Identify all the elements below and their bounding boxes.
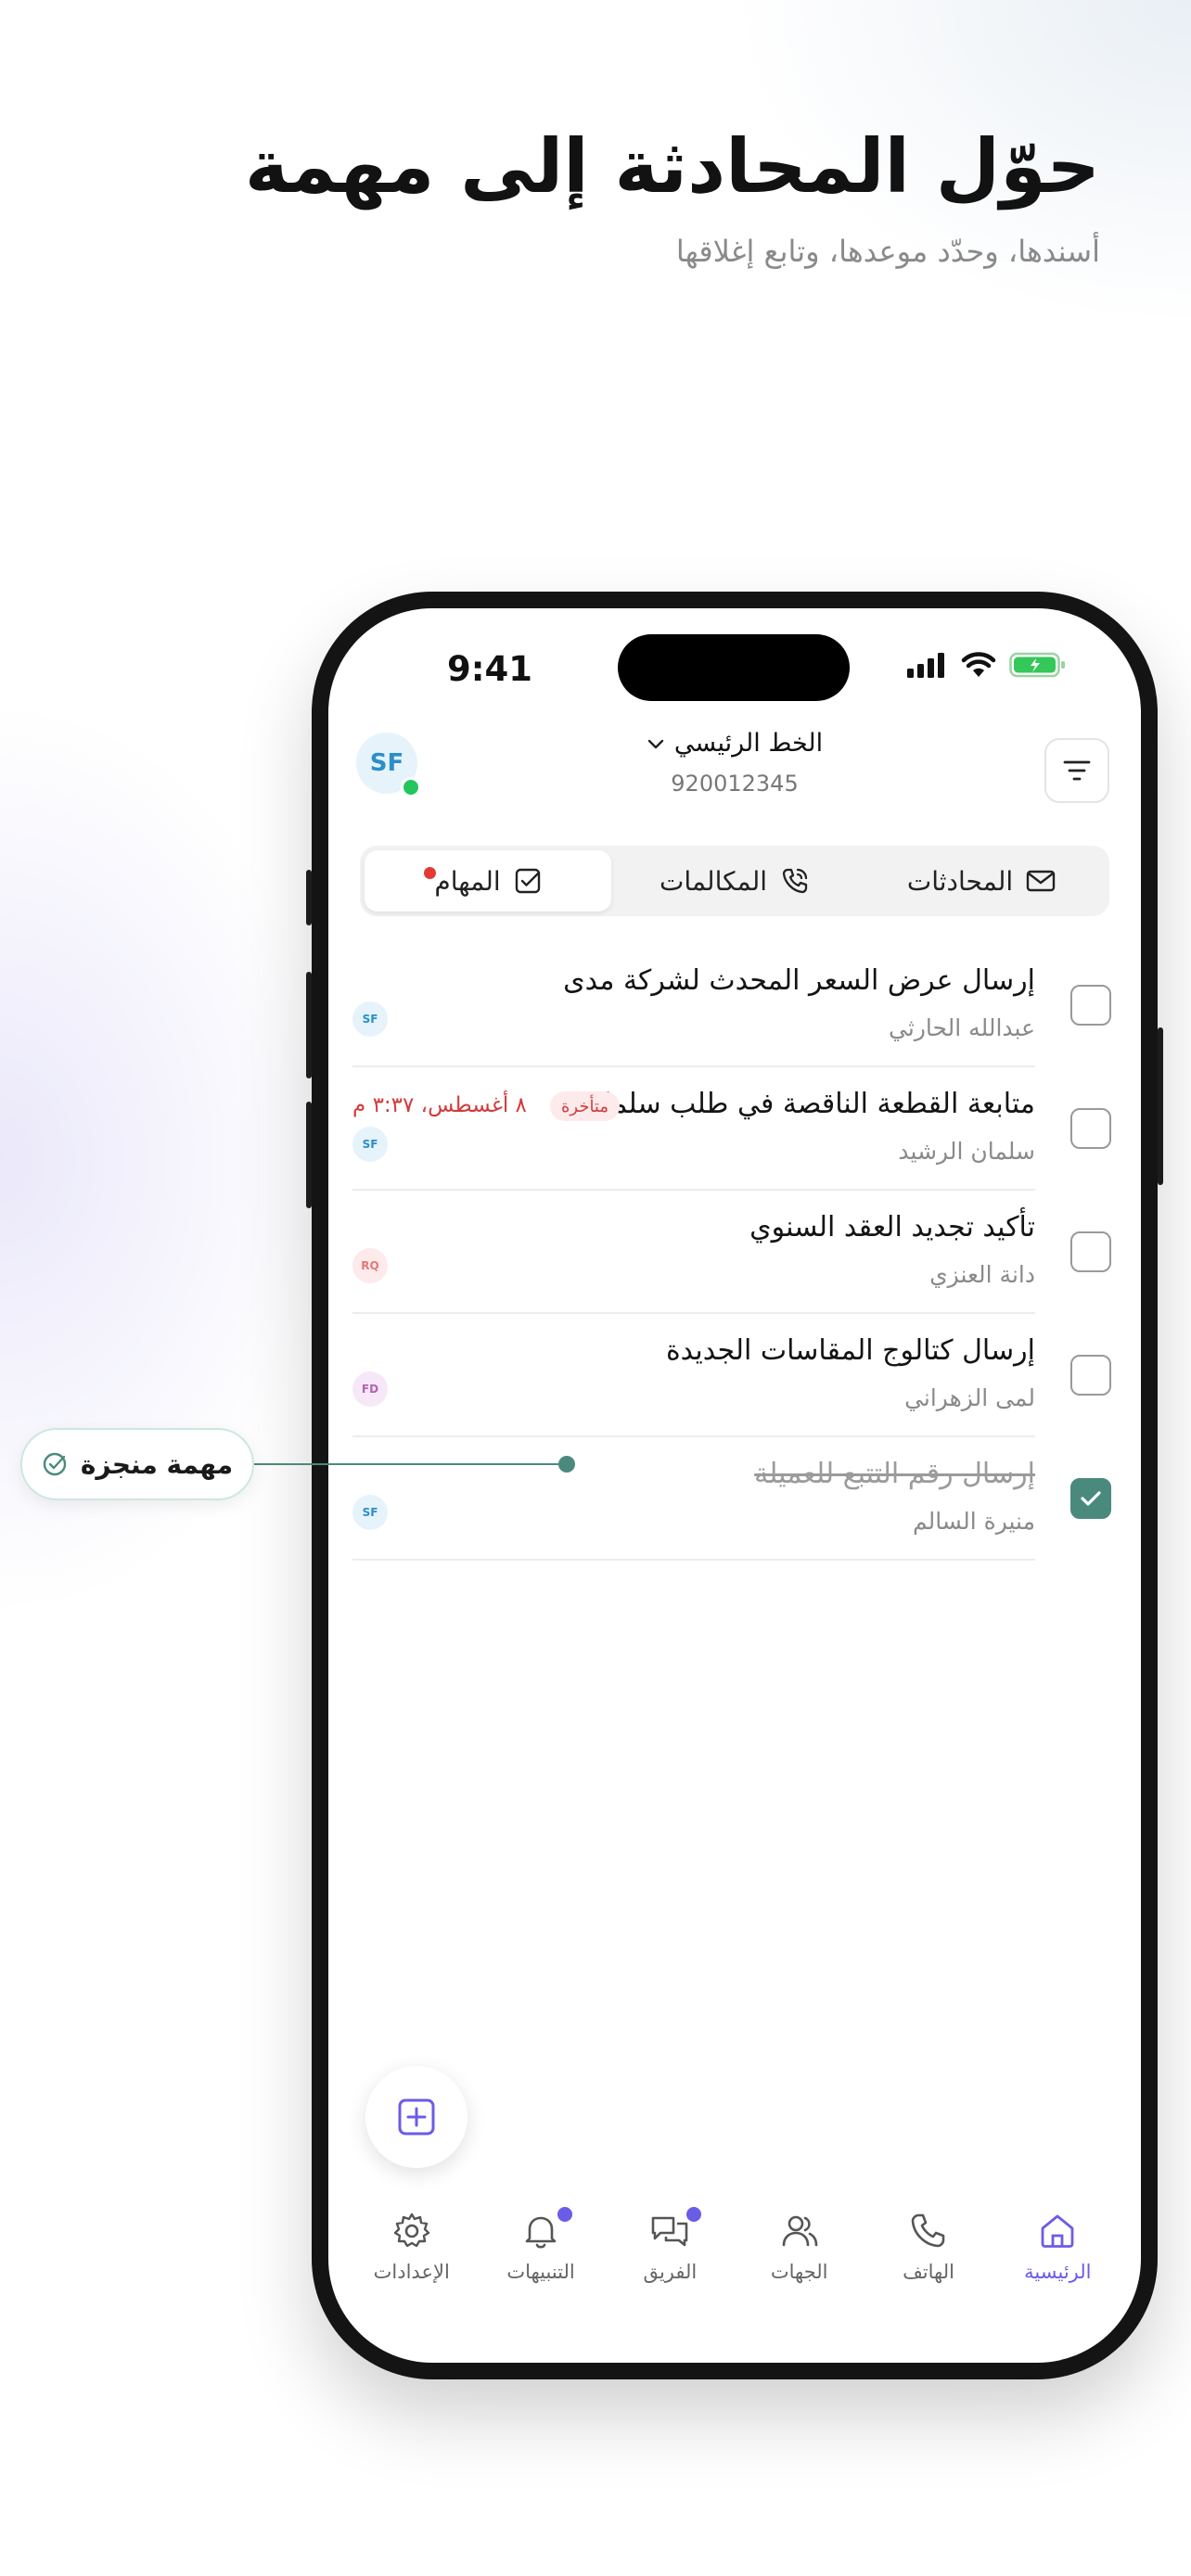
filter-button[interactable] <box>1044 738 1109 803</box>
overdue-badge: متأخرة <box>549 1091 620 1121</box>
checkbox-icon <box>515 868 540 894</box>
home-icon <box>1041 2214 1074 2248</box>
nav-team[interactable]: الفريق <box>606 2207 735 2313</box>
phone-screen: 9:41 SF الخط الرئيسي 920012345 المحادثات… <box>328 608 1141 2363</box>
task-checkbox[interactable] <box>1070 1108 1111 1149</box>
add-square-icon <box>398 2098 435 2136</box>
tab-conversations-label: المحادثات <box>906 865 1014 897</box>
tab-bar: المحادثات المكالمات المهام <box>360 846 1109 916</box>
team-chat-icon <box>652 2216 688 2247</box>
chevron-down-icon <box>647 739 664 748</box>
hero-subtitle: أسندها، وحدّد موعدها، وتابع إغلاقها <box>675 234 1100 269</box>
contacts-icon <box>782 2215 817 2247</box>
nav-phone-label: الهاتف <box>903 2261 954 2283</box>
phone-side-button <box>306 972 312 1078</box>
nav-settings[interactable]: الإعدادات <box>347 2211 476 2313</box>
bell-icon <box>525 2216 557 2249</box>
line-number: 920012345 <box>671 771 799 797</box>
task-checkbox[interactable] <box>1070 1231 1111 1272</box>
task-assignee: سلمان الرشيد <box>898 1138 1035 1165</box>
callout-connector-dot <box>558 1456 575 1473</box>
nav-home[interactable]: الرئيسية <box>993 2211 1122 2313</box>
task-row[interactable]: إرسال رقم التتبع للعميلة منيرة السالم SF <box>352 1437 1111 1561</box>
task-assignee: دانة العنزي <box>929 1261 1035 1288</box>
phone-icon <box>911 2213 945 2248</box>
line-name: الخط الرئيسي <box>673 729 824 758</box>
task-title: متابعة القطعة الناقصة في طلب سلمان <box>583 1088 1035 1120</box>
nav-notifications[interactable]: التنبيهات <box>476 2207 605 2313</box>
notification-dot <box>424 867 436 879</box>
callout-label: مهمة منجزة <box>80 1448 234 1480</box>
task-row[interactable]: تأكيد تجديد العقد السنوي دانة العنزي RQ <box>352 1191 1111 1314</box>
callout-connector-line <box>254 1463 566 1465</box>
bottom-nav: الرئيسية الهاتف الجهات الفريق التنبيهات … <box>328 2207 1141 2313</box>
battery-icon <box>1009 652 1065 678</box>
status-icons <box>907 651 1067 679</box>
phone-side-button <box>306 1102 312 1208</box>
signal-icon <box>907 653 944 678</box>
notification-dot <box>557 2207 573 2222</box>
task-title: تأكيد تجديد العقد السنوي <box>749 1211 1035 1243</box>
nav-home-label: الرئيسية <box>1024 2261 1092 2283</box>
filter-icon <box>1063 760 1091 781</box>
hero: حوّل المحادثة إلى مهمة أسندها، وحدّد موع… <box>244 121 1101 269</box>
nav-team-label: الفريق <box>643 2261 698 2283</box>
assignee-avatar: FD <box>352 1371 388 1407</box>
task-assignee: عبدالله الحارثي <box>889 1014 1035 1041</box>
add-task-button[interactable] <box>365 2066 467 2168</box>
task-checkbox[interactable] <box>1070 985 1111 1026</box>
task-title: إرسال عرض السعر المحدث لشركة مدى <box>563 964 1035 997</box>
task-row[interactable]: متابعة القطعة الناقصة في طلب سلمان متأخر… <box>352 1067 1111 1191</box>
task-checkbox[interactable] <box>1070 1355 1111 1396</box>
check-icon <box>1081 1491 1101 1506</box>
notification-dot <box>686 2207 702 2222</box>
tab-tasks[interactable]: المهام <box>365 850 611 912</box>
phone-frame: 9:41 SF الخط الرئيسي 920012345 المحادثات… <box>306 592 1163 2379</box>
dynamic-island <box>618 634 850 701</box>
tab-conversations[interactable]: المحادثات <box>858 850 1105 912</box>
task-title: إرسال رقم التتبع للعميلة <box>754 1458 1035 1490</box>
assignee-avatar: SF <box>352 1495 388 1530</box>
task-list: إرسال عرض السعر المحدث لشركة مدى عبدالله… <box>352 944 1111 1561</box>
tab-calls[interactable]: المكالمات <box>611 850 858 912</box>
task-title: إرسال كتالوج المقاسات الجديدة <box>665 1334 1035 1367</box>
nav-notifications-label: التنبيهات <box>506 2261 575 2283</box>
wifi-icon <box>961 652 996 677</box>
nav-contacts-label: الجهات <box>770 2261 828 2283</box>
nav-phone[interactable]: الهاتف <box>864 2211 992 2313</box>
phone-side-button <box>1158 1027 1163 1185</box>
nav-settings-label: الإعدادات <box>373 2261 450 2283</box>
status-time: 9:41 <box>447 649 533 689</box>
phone-side-button <box>306 870 312 925</box>
gear-icon <box>393 2213 429 2248</box>
task-checkbox-checked[interactable] <box>1070 1478 1111 1519</box>
phone-call-icon <box>782 868 808 894</box>
completed-task-callout: مهمة منجزة <box>20 1428 254 1500</box>
tab-calls-label: المكالمات <box>659 865 768 897</box>
mail-icon <box>1026 870 1056 892</box>
nav-contacts[interactable]: الجهات <box>735 2211 864 2313</box>
check-circle-icon <box>43 1452 67 1476</box>
line-name-row: الخط الرئيسي <box>647 729 823 758</box>
task-due-date: ٨ أغسطس، ٣:٣٧ م <box>352 1093 527 1117</box>
line-selector[interactable]: الخط الرئيسي 920012345 <box>328 729 1141 797</box>
assignee-avatar: SF <box>352 1127 388 1162</box>
tab-tasks-label: المهام <box>434 865 501 897</box>
task-row[interactable]: إرسال عرض السعر المحدث لشركة مدى عبدالله… <box>352 944 1111 1067</box>
hero-title: حوّل المحادثة إلى مهمة <box>244 123 1101 210</box>
assignee-avatar: RQ <box>352 1248 388 1283</box>
task-assignee: لمى الزهراني <box>904 1384 1035 1411</box>
assignee-avatar: SF <box>352 1001 388 1037</box>
task-assignee: منيرة السالم <box>912 1508 1035 1535</box>
task-row[interactable]: إرسال كتالوج المقاسات الجديدة لمى الزهرا… <box>352 1314 1111 1437</box>
